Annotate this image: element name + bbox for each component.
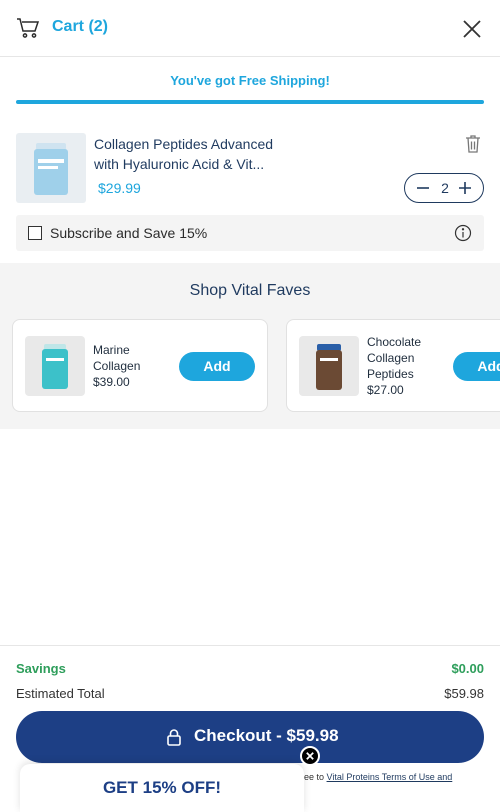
add-button[interactable]: Add	[179, 352, 255, 381]
add-button[interactable]: Add	[453, 352, 500, 381]
cart-icon	[17, 18, 40, 38]
quantity-stepper: 2	[404, 173, 484, 203]
product-name[interactable]: Collagen Peptides Advanced with Hyaluron…	[94, 134, 394, 174]
product-price: $29.99	[98, 180, 141, 196]
subscribe-checkbox[interactable]	[28, 226, 42, 240]
product-name-line-1: Collagen Peptides Advanced	[94, 136, 274, 152]
product-name-line-2: with Hyaluronic Acid & Vit...	[94, 156, 265, 172]
quantity-value: 2	[441, 180, 449, 196]
faves-title: Shop Vital Faves	[189, 282, 311, 299]
fave-product-name[interactable]: Marine Collagen $39.00	[93, 342, 177, 390]
lock-icon	[167, 729, 181, 746]
terms-link[interactable]: Vital Proteins Terms of Use and	[327, 772, 453, 782]
subscribe-option: Subscribe and Save 15%	[16, 215, 484, 251]
cart-title: Cart (2)	[52, 18, 109, 35]
plus-icon[interactable]	[457, 180, 473, 196]
product-thumbnail[interactable]	[16, 133, 86, 203]
checkout-button[interactable]: Checkout - $59.98	[16, 711, 484, 763]
fave-card: Chocolate Collagen Peptides $27.00 Add	[286, 319, 500, 412]
terms-notice: gree to Vital Proteins Terms of Use and	[296, 772, 452, 782]
info-icon[interactable]	[454, 224, 472, 242]
promo-banner[interactable]: GET 15% OFF!	[20, 764, 304, 812]
estimated-total-value: $59.98	[444, 686, 484, 701]
minus-icon[interactable]	[415, 180, 431, 196]
savings-value: $0.00	[451, 661, 484, 676]
free-shipping-message: You've got Free Shipping!	[170, 73, 330, 88]
savings-label: Savings	[16, 661, 66, 676]
subscribe-label: Subscribe and Save 15%	[50, 225, 208, 241]
fave-product-price: $27.00	[367, 383, 404, 397]
fave-product-name[interactable]: Chocolate Collagen Peptides $27.00	[367, 334, 451, 398]
faves-section: Shop Vital Faves Marine Collagen $39.00 …	[0, 263, 500, 429]
fave-product-price: $39.00	[93, 375, 130, 389]
fave-card: Marine Collagen $39.00 Add	[12, 319, 268, 412]
fave-name-line: Chocolate	[367, 335, 422, 349]
fave-name-line: Peptides	[367, 367, 414, 381]
close-icon[interactable]	[300, 746, 320, 766]
fave-name-line: Collagen	[367, 351, 415, 365]
fave-name-line: Marine	[93, 343, 130, 357]
trash-icon[interactable]	[464, 134, 482, 154]
promo-label: GET 15% OFF!	[102, 778, 222, 797]
free-shipping-progress-bar	[16, 100, 484, 104]
fave-product-image[interactable]	[25, 336, 85, 396]
estimated-total-label: Estimated Total	[16, 686, 105, 701]
fave-name-line: Collagen	[93, 359, 141, 373]
cart-header: Cart (2)	[0, 0, 500, 57]
close-icon[interactable]	[461, 18, 483, 40]
checkout-label: Checkout - $59.98	[194, 726, 339, 745]
fave-product-image[interactable]	[299, 336, 359, 396]
